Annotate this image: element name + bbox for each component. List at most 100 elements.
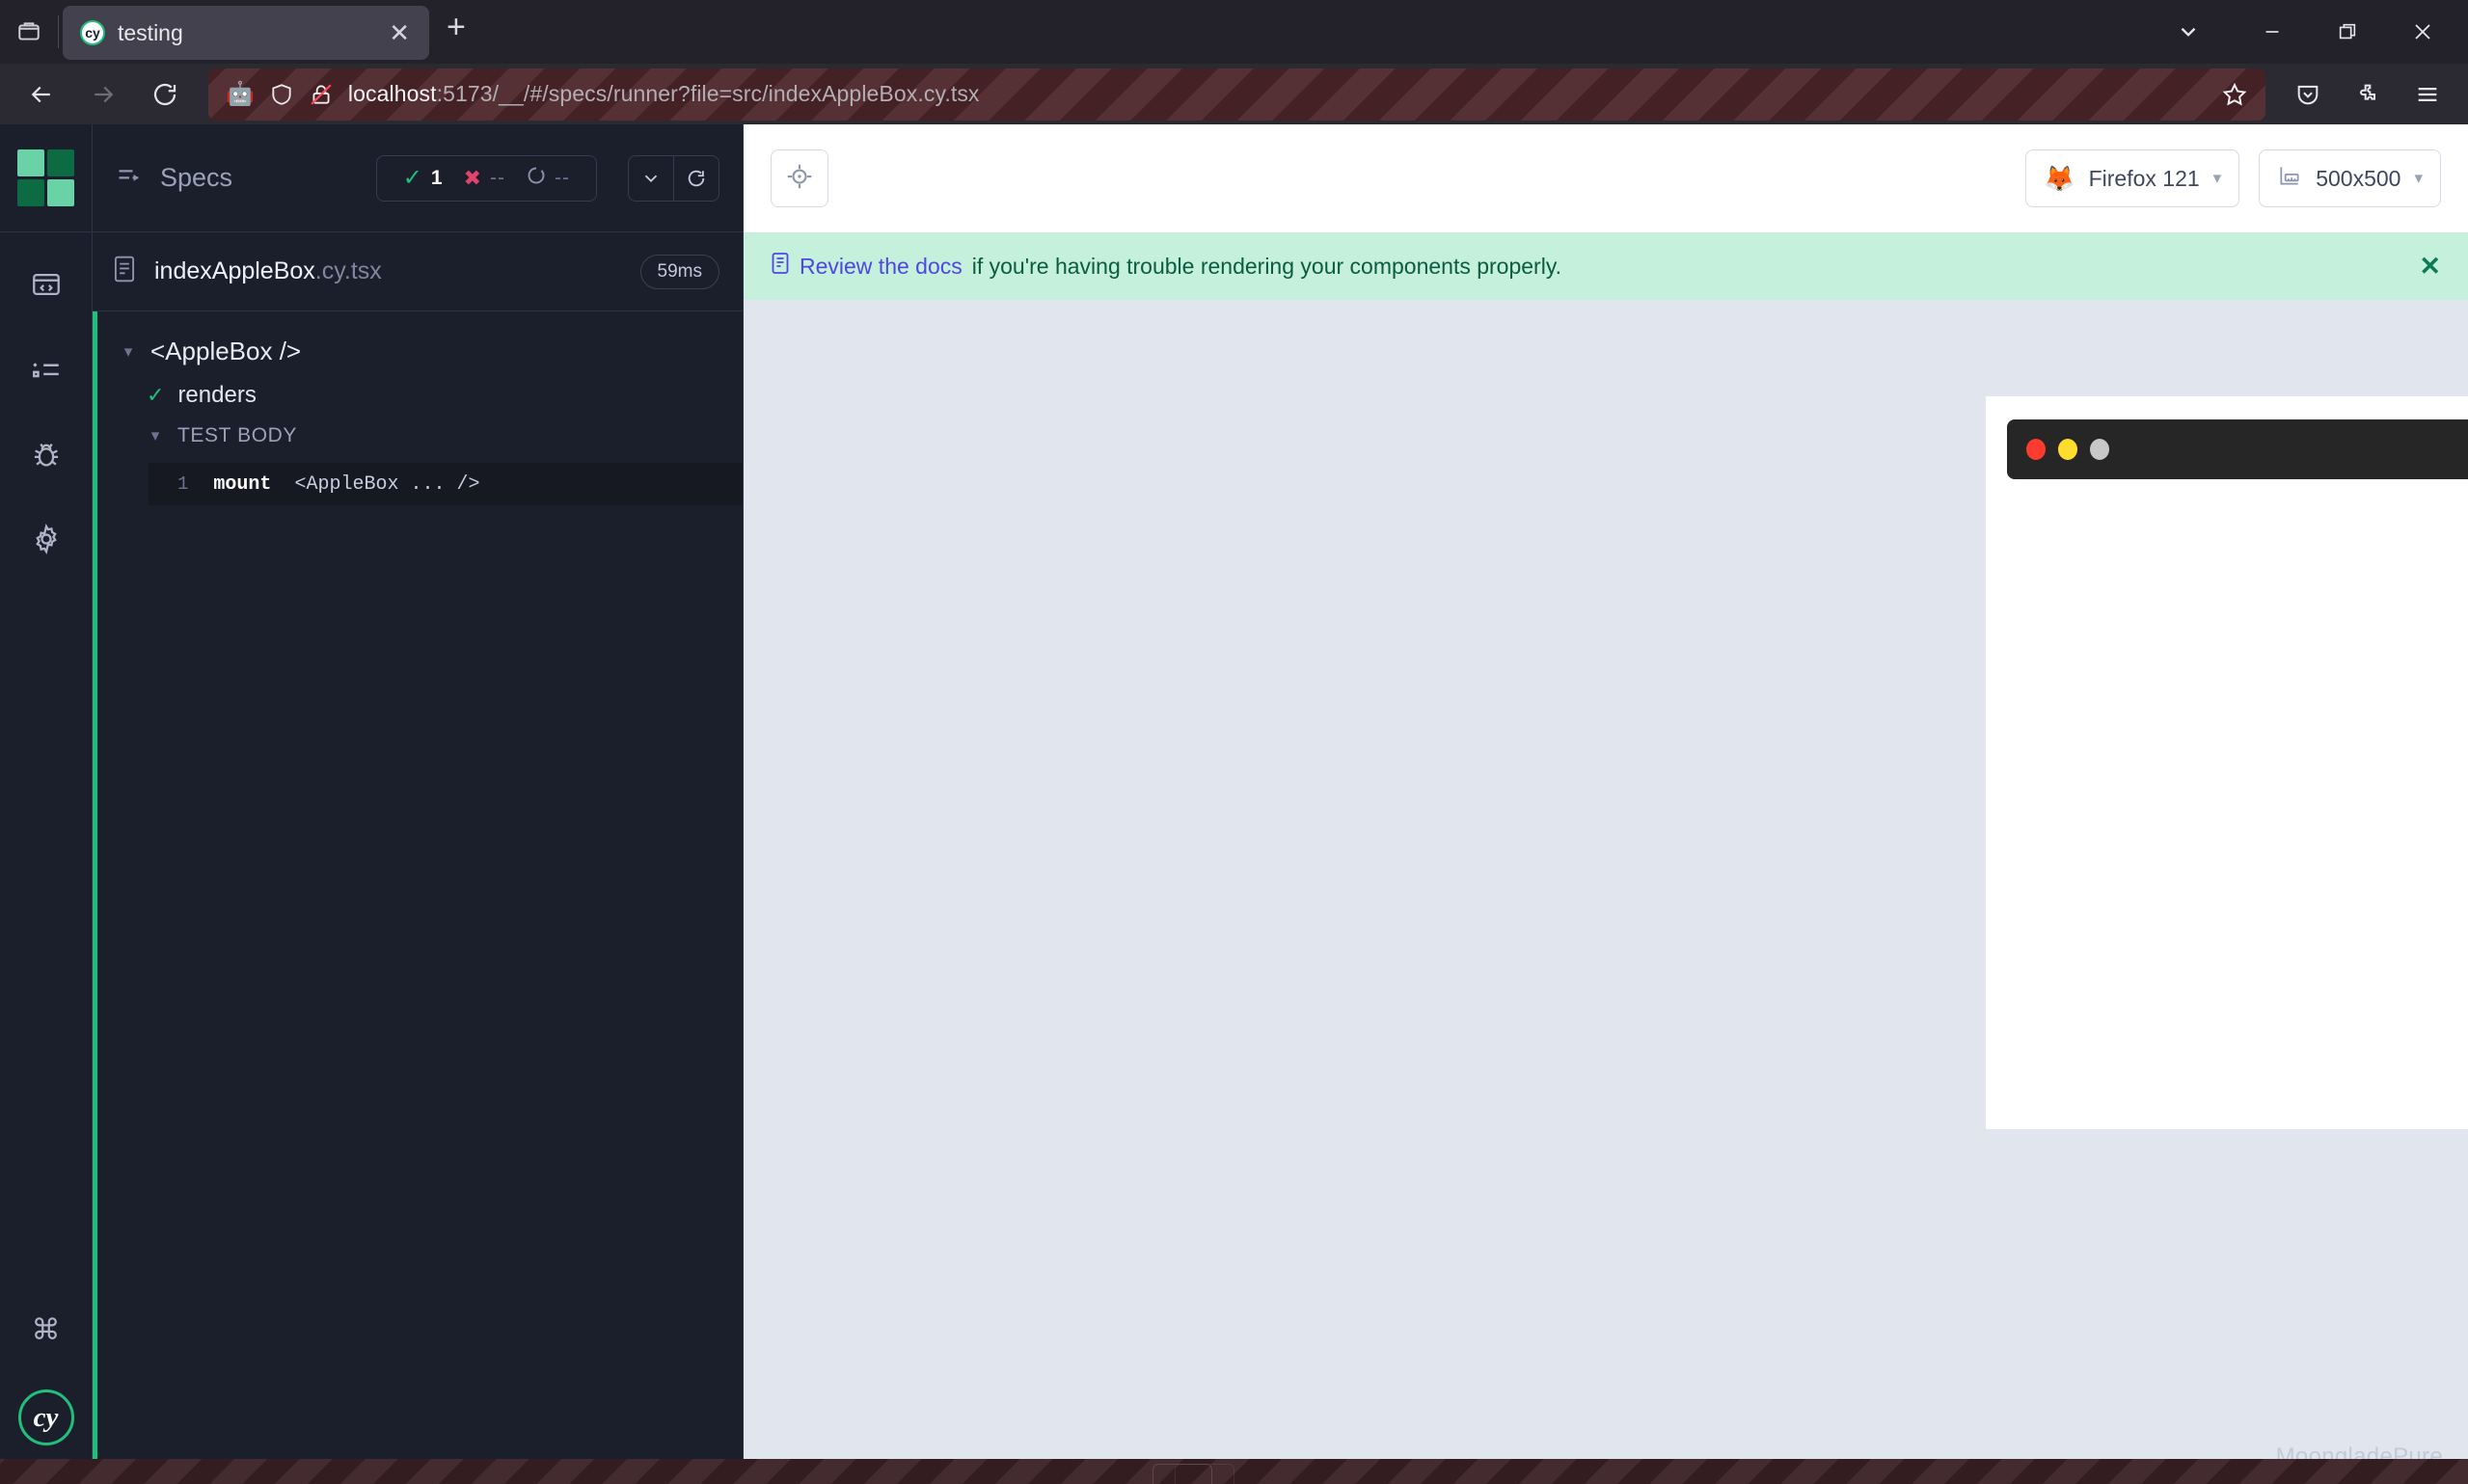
reload-icon[interactable] (137, 67, 193, 122)
back-arrow-icon[interactable] (14, 67, 69, 122)
stat-failed-value: -- (490, 166, 505, 189)
star-icon[interactable] (2221, 81, 2248, 108)
robot-icon: 🤖 (226, 81, 255, 107)
extensions-puzzle-icon[interactable] (2341, 67, 2395, 121)
browser-selector-label: Firefox 121 (2088, 165, 2200, 191)
cy-logo-icon[interactable]: cy (17, 1390, 74, 1445)
tab-title: testing (118, 19, 183, 45)
selector-playground-button[interactable] (771, 149, 828, 207)
close-icon[interactable]: ✕ (383, 20, 416, 45)
restore-icon[interactable] (2310, 0, 2385, 64)
command-text: mount <AppleBox ... /> (213, 473, 479, 496)
specs-panel-header: Specs ✓ 1 ✖ -- -- (93, 124, 743, 232)
close-icon[interactable]: ✕ (2419, 253, 2441, 280)
sidebar-item-settings[interactable] (0, 516, 92, 566)
taskbar-item[interactable] (1153, 1464, 1212, 1484)
tab-list-icon[interactable] (0, 0, 58, 64)
code-window-icon (30, 268, 63, 306)
spec-file-row[interactable]: indexAppleBox.cy.tsx 59ms (93, 232, 743, 311)
runner-toolbar-right: 🦊 Firefox 121 ▾ 500x500 ▾ (2025, 149, 2441, 207)
close-dot (2026, 439, 2046, 460)
stat-failed: ✖ -- (453, 167, 516, 190)
stat-passed: ✓ 1 (393, 164, 453, 191)
command-args: <AppleBox ... /> (294, 472, 480, 496)
browser-tab[interactable]: cy testing ✕ (63, 6, 429, 60)
firefox-icon: 🦊 (2044, 164, 2075, 193)
plus-icon[interactable]: + (429, 11, 483, 53)
viewport-selector[interactable]: 500x500 ▾ (2259, 149, 2441, 207)
command-name: mount (213, 472, 272, 496)
tabstrip-divider (58, 15, 59, 48)
app-under-test-frame[interactable] (1986, 396, 2468, 1129)
circle-dashed-icon (527, 166, 546, 191)
test-row[interactable]: ✓ renders (93, 374, 743, 417)
cypress-app: ⌘ cy Specs ✓ 1 ✖ -- -- indexAppleBox.cy.… (0, 124, 2468, 1484)
pocket-save-icon[interactable] (2281, 67, 2335, 121)
rail-bottom: ⌘ cy (0, 1305, 92, 1484)
stat-pending-value: -- (555, 166, 570, 189)
chevron-down-icon[interactable]: ▾ (120, 342, 137, 362)
browser-selector[interactable]: 🦊 Firefox 121 ▾ (2025, 149, 2240, 207)
check-icon: ✓ (147, 383, 165, 407)
test-body-label: TEST BODY (177, 424, 298, 446)
suite-row[interactable]: ▾ <AppleBox /> (93, 329, 743, 374)
page-title: Specs (160, 163, 233, 192)
command-row[interactable]: 1 mount <AppleBox ... /> (149, 463, 743, 505)
runner-panel: 🦊 Firefox 121 ▾ 500x500 ▾ Review the doc… (744, 124, 2468, 1484)
review-docs-link[interactable]: Review the docs (800, 254, 963, 280)
specs-panel: Specs ✓ 1 ✖ -- -- indexAppleBox.cy.tsx 5… (93, 124, 744, 1484)
navigation-toolbar: 🤖 localhost:5173/__/#/specs/runner?file=… (0, 64, 2468, 124)
test-body-row[interactable]: ▾ TEST BODY (93, 417, 743, 455)
shield-icon[interactable] (269, 82, 294, 107)
minimize-icon[interactable] (2235, 0, 2310, 64)
collapse-all-button[interactable] (629, 156, 673, 201)
passed-accent-bar (93, 311, 97, 1484)
banner-rest-text: if you're having trouble rendering your … (971, 253, 1562, 279)
stat-pending: -- (516, 166, 581, 191)
spec-duration-badge: 59ms (639, 254, 719, 289)
zoom-dot (2090, 439, 2109, 460)
test-label: renders (177, 382, 257, 408)
sidebar-item-specs[interactable] (0, 261, 92, 311)
close-icon[interactable] (2385, 0, 2460, 64)
app-menu-hamburger-icon[interactable] (2400, 67, 2454, 121)
gear-icon (30, 523, 63, 560)
command-key-icon: ⌘ (31, 1313, 61, 1346)
cypress-squares-logo[interactable] (0, 124, 92, 232)
chevron-down-icon: ▾ (2212, 169, 2222, 187)
crosshair-target-icon (785, 162, 814, 196)
url-bar[interactable]: 🤖 localhost:5173/__/#/specs/runner?file=… (208, 67, 2265, 121)
chevron-down-icon[interactable] (2142, 0, 2235, 64)
url-text: localhost:5173/__/#/specs/runner?file=sr… (347, 81, 980, 106)
window-controls (2142, 0, 2460, 64)
minimize-dot (2058, 439, 2077, 460)
list-x-icon (30, 353, 63, 391)
book-docs-icon (771, 252, 790, 281)
sidebar-item-debug[interactable] (0, 431, 92, 481)
command-number: 1 (177, 473, 189, 495)
mac-window-titlebar (2007, 419, 2468, 479)
specs-controls (628, 154, 719, 202)
sidebar-item-runs[interactable] (0, 346, 92, 396)
icon-rail: ⌘ cy (0, 124, 93, 1484)
rail-items (0, 232, 92, 566)
forward-arrow-icon[interactable] (75, 67, 131, 122)
specs-arrow-icon (116, 162, 143, 194)
app-under-test-area: MoongladePure (744, 300, 2468, 1484)
test-stats: ✓ 1 ✖ -- -- (375, 154, 597, 202)
test-tree: ▾ <AppleBox /> ✓ renders ▾ TEST BODY 1 m… (93, 311, 743, 1484)
tab-strip: cy testing ✕ + (0, 0, 2468, 64)
check-icon: ✓ (402, 164, 422, 191)
ruler-icon (2277, 163, 2302, 194)
keyboard-shortcuts-button[interactable]: ⌘ (0, 1305, 92, 1355)
banner-text: Review the docs if you're having trouble… (771, 252, 1561, 281)
suite-label: <AppleBox /> (150, 337, 302, 365)
chevron-down-icon[interactable]: ▾ (147, 426, 164, 445)
browser-window: cy testing ✕ + 🤖 localhost:5173/__/#/spe… (0, 0, 2468, 1484)
lock-crossed-icon[interactable] (309, 82, 334, 107)
spec-file-name: indexAppleBox.cy.tsx (154, 257, 382, 284)
rerun-button[interactable] (674, 156, 719, 201)
viewport-selector-label: 500x500 (2316, 165, 2401, 191)
docs-banner: Review the docs if you're having trouble… (744, 232, 2468, 300)
bug-icon (30, 438, 63, 475)
